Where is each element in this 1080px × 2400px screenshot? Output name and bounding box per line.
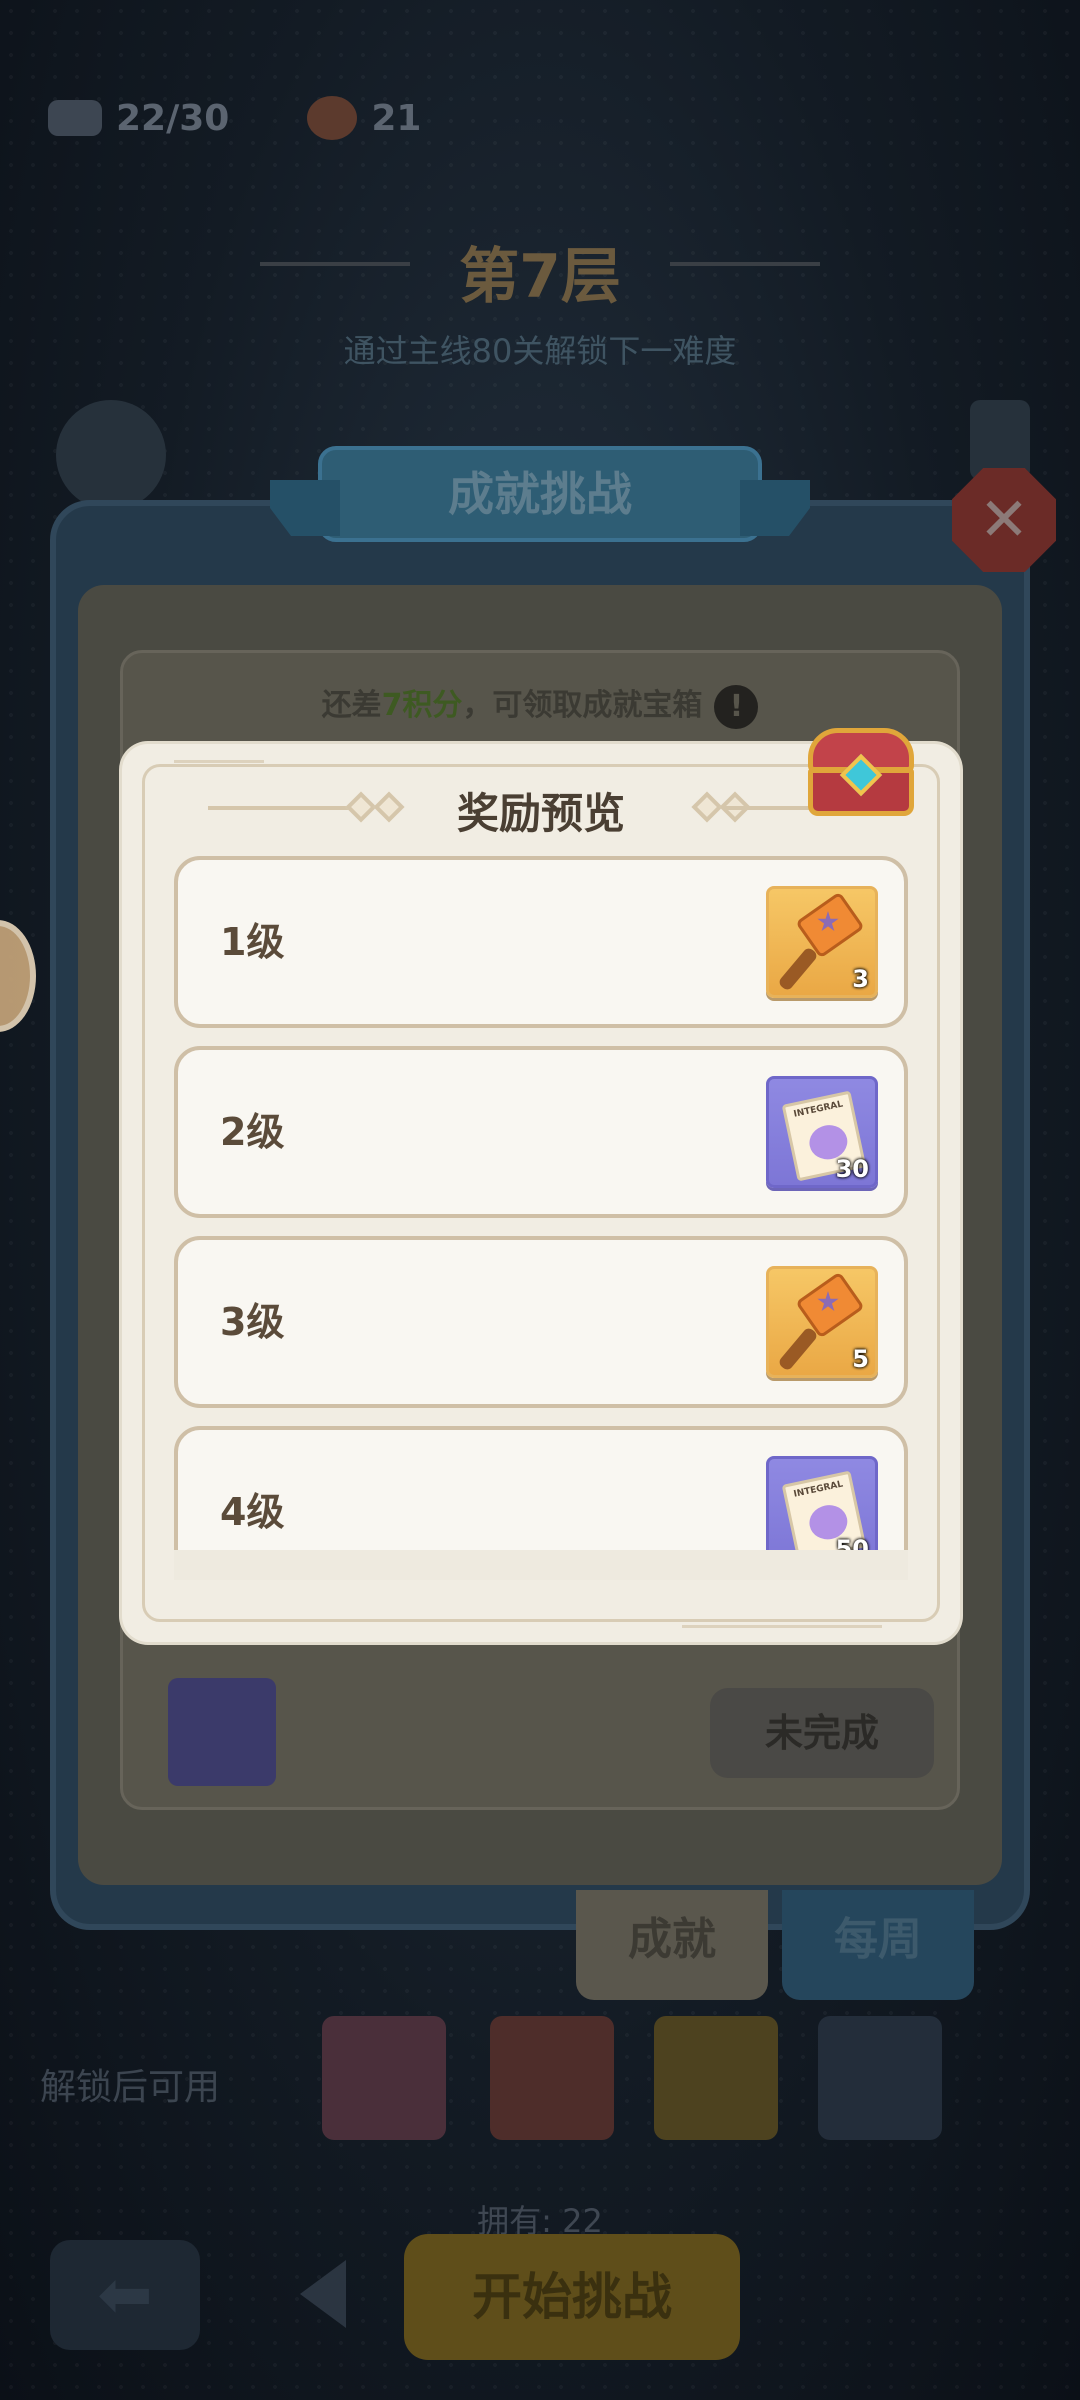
top-resource-bar: 22/30 21 bbox=[48, 96, 481, 140]
prev-arrow-icon[interactable] bbox=[300, 2260, 346, 2328]
skill-slot-2[interactable] bbox=[490, 2016, 614, 2140]
reward-level-label: 2级 bbox=[220, 1110, 285, 1154]
energy-counter[interactable]: 22/30 bbox=[48, 98, 229, 139]
points-hint: 还差7积分，可领取成就宝箱! bbox=[0, 680, 1080, 729]
reward-row-level-2: 2级 INTEGRAL 30 bbox=[174, 1046, 908, 1218]
list-fade bbox=[174, 1550, 908, 1580]
tab-achievements[interactable]: 成就 bbox=[576, 1890, 768, 2000]
floor-title: 第7层 bbox=[459, 242, 621, 312]
reward-row-level-4: 4级 INTEGRAL 50 bbox=[174, 1426, 908, 1568]
modal-top-deco bbox=[174, 760, 264, 763]
integral-ticket-icon[interactable]: INTEGRAL 30 bbox=[766, 1076, 878, 1188]
meat-counter[interactable]: 21 bbox=[307, 96, 421, 140]
close-icon: ✕ bbox=[978, 485, 1030, 555]
treasure-chest-icon bbox=[804, 722, 918, 822]
exclamation-icon[interactable]: ! bbox=[714, 684, 759, 729]
reward-level-label: 4级 bbox=[220, 1490, 285, 1534]
floor-unlock-hint: 通过主线80关解锁下一难度 bbox=[343, 332, 737, 370]
tab-weekly[interactable]: 每周 bbox=[782, 1890, 974, 2000]
ticket-side-button[interactable] bbox=[56, 400, 166, 510]
energy-value: 22/30 bbox=[116, 97, 230, 139]
skill-slot-4[interactable] bbox=[818, 2016, 942, 2140]
hint-prefix: 还差 bbox=[321, 688, 382, 723]
reward-preview-modal: 奖励预览 1级 3 2级 INTEGRAL 30 3级 5 4级 INTEGRA… bbox=[122, 728, 960, 1642]
hint-suffix: ，可领取成就宝箱 bbox=[462, 688, 703, 723]
energy-icon bbox=[48, 100, 102, 136]
reward-level-label: 1级 bbox=[220, 920, 285, 964]
reward-row-level-3: 3级 5 bbox=[174, 1236, 908, 1408]
back-button[interactable]: ⬅ bbox=[50, 2240, 200, 2350]
skill-slot-1[interactable] bbox=[322, 2016, 446, 2140]
hammer-icon[interactable]: 5 bbox=[766, 1266, 878, 1378]
reward-level-label: 3级 bbox=[220, 1300, 285, 1344]
meat-icon bbox=[307, 96, 358, 140]
meat-value: 21 bbox=[371, 97, 422, 139]
reward-quantity: 30 bbox=[835, 1155, 869, 1183]
skill-slot-3[interactable] bbox=[654, 2016, 778, 2140]
modal-bottom-deco bbox=[682, 1625, 882, 1628]
hammer-icon[interactable]: 3 bbox=[766, 886, 878, 998]
reward-quantity: 3 bbox=[852, 965, 869, 993]
ticket-label: INTEGRAL bbox=[792, 1479, 844, 1500]
reward-row-level-1: 1级 3 bbox=[174, 856, 908, 1028]
achievement-panel-title: 成就挑战 bbox=[318, 446, 762, 542]
hint-points: 7积分 bbox=[381, 688, 463, 723]
unfinished-status-button[interactable]: 未完成 bbox=[710, 1688, 934, 1778]
ticket-label: INTEGRAL bbox=[792, 1099, 844, 1120]
start-challenge-button[interactable]: 开始挑战 bbox=[404, 2234, 740, 2360]
back-arrow-icon: ⬅ bbox=[97, 2256, 153, 2333]
reward-list[interactable]: 1级 3 2级 INTEGRAL 30 3级 5 4级 INTEGRAL 50 bbox=[174, 856, 908, 1568]
achievement-badge-icon bbox=[168, 1678, 276, 1786]
locked-text: 解锁后可用 bbox=[40, 2067, 221, 2108]
reward-quantity: 5 bbox=[852, 1345, 869, 1373]
